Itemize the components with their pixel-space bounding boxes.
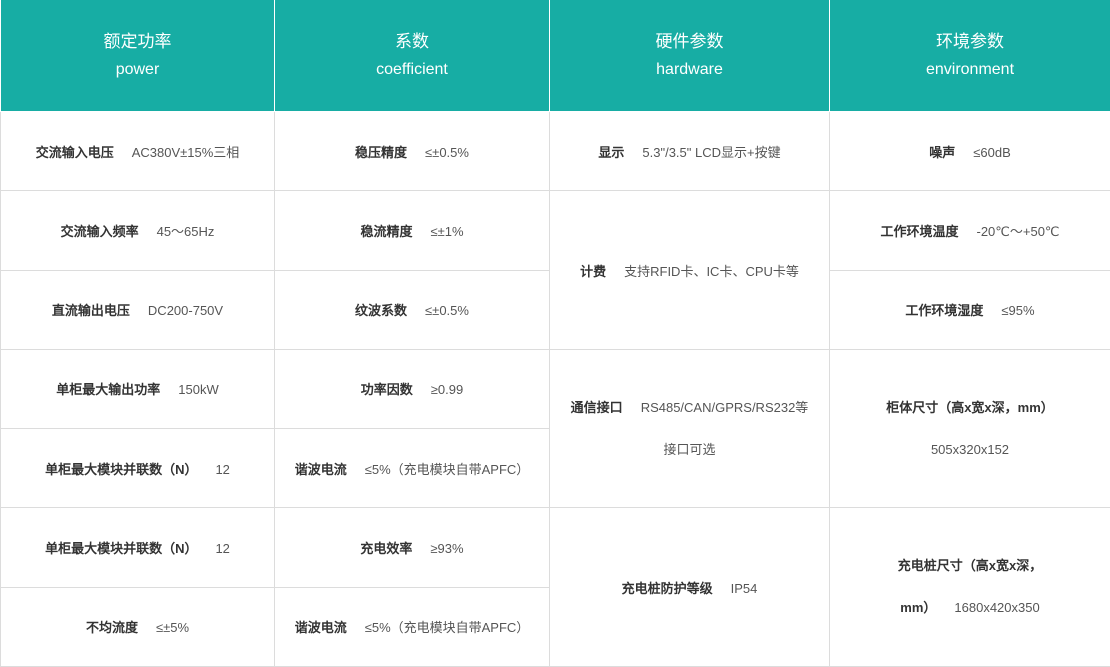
header-en: coefficient [376,60,448,78]
spec-value: AC380V±15%三相 [131,144,240,160]
power-cell: 单柜最大模块并联数（N） 12 [0,507,275,588]
spec-value: 45～65Hz [156,223,215,239]
spec-label: 单柜最大模块并联数（N） [45,461,198,477]
coefficient-cell: 谐波电流 ≤5%（充电模块自带APFC） [274,428,550,509]
spec-value: IP54 [730,580,758,596]
spec-line: 505x320x152 [836,429,1104,471]
environment-cell: 充电桩尺寸（高x宽x深， mm） 1680x420x350 [829,507,1110,667]
spec-line: 通信接口 RS485/CAN/GPRS/RS232等 [556,387,823,429]
hardware-cell: 通信接口 RS485/CAN/GPRS/RS232等 接口可选 [549,348,830,509]
spec-label: 充电效率 [360,541,413,557]
spec-value: ≤±5% [155,620,190,636]
spec-value: ≤95% [1001,303,1035,319]
spec-label: 谐波电流 [294,461,347,477]
environment-cell: 工作环境温度 -20℃～+50℃ [829,190,1110,271]
power-cell: 不均流度 ≤±5% [0,586,275,667]
power-cell: 单柜最大输出功率 150kW [0,348,275,430]
header-cn: 额定功率 [103,31,172,51]
power-cell: 直流输出电压 DC200-750V [0,269,275,350]
header-cn: 环境参数 [936,31,1004,51]
spec-label: 通信接口 [570,399,623,415]
spec-label: 柜体尺寸（高x宽x深，mm） [886,399,1054,415]
coefficient-cell: 纹波系数 ≤±0.5% [274,269,550,350]
hardware-cell: 计费 支持RFID卡、IC卡、CPU卡等 [549,190,830,350]
spec-value: ≤5%（充电模块自带APFC） [364,620,530,636]
spec-label: 直流输出电压 [51,303,130,319]
spec-label: 单柜最大模块并联数（N） [45,541,198,557]
spec-label: 谐波电流 [294,620,347,636]
spec-value: ≥0.99 [430,382,464,398]
spec-value: -20℃～+50℃ [976,223,1060,239]
spec-line: 充电桩尺寸（高x宽x深， [836,545,1104,587]
spec-value: ≤5%（充电模块自带APFC） [364,461,530,477]
spec-value: 5.3"/3.5" LCD显示+按键 [642,144,781,160]
spec-label: 交流输入频率 [60,223,139,239]
environment-cell: 柜体尺寸（高x宽x深，mm） 505x320x152 [829,348,1110,509]
table-row: 交流输入频率 45～65Hz 稳流精度 ≤±1% 计费 支持RFID卡、IC卡、CPU… [0,190,1110,350]
spec-line: 柜体尺寸（高x宽x深，mm） [836,387,1104,429]
spec-label: 充电桩防护等级 [621,580,713,596]
header-en: hardware [656,60,723,78]
spec-label: 功率因数 [360,382,413,398]
spec-value: 150kW [178,382,219,398]
header-cn: 系数 [395,31,429,51]
header-coefficient: 系数 coefficient [274,0,550,112]
spec-label: 稳压精度 [355,144,408,160]
power-cell: 交流输入电压 AC380V±15%三相 [0,110,275,192]
spec-label: 工作环境温度 [880,223,959,239]
power-cell: 交流输入频率 45～65Hz [0,190,275,271]
spec-value: 支持RFID卡、IC卡、CPU卡等 [624,263,799,279]
table-row: 单柜最大输出功率 150kW 功率因数 ≥0.99 通信接口 RS485/CAN/GP… [0,348,1110,509]
header-en: power [115,60,160,78]
header-en: environment [925,60,1015,78]
spec-value: ≤±0.5% [425,303,469,319]
hardware-cell: 显示 5.3"/3.5" LCD显示+按键 [549,110,830,192]
header-row: 额定功率 power 系数 coefficient 硬件参数 hardware … [0,0,1110,112]
spec-line: mm） 1680x420x350 [836,587,1104,629]
spec-value: 1680x420x350 [954,600,1040,616]
coefficient-cell: 稳压精度 ≤±0.5% [274,110,550,192]
hardware-cell: 充电桩防护等级 IP54 [549,507,830,667]
spec-value: ≤±1% [430,223,464,239]
coefficient-cell: 充电效率 ≥93% [274,507,550,588]
coefficient-cell: 功率因数 ≥0.99 [274,348,550,430]
coefficient-cell: 稳流精度 ≤±1% [274,190,550,271]
spec-value: 505x320x152 [930,441,1010,457]
power-cell: 单柜最大模块并联数（N） 12 [0,428,275,509]
spec-label: 噪声 [929,144,956,160]
spec-label: 计费 [580,263,607,279]
spec-label: 工作环境湿度 [905,303,984,319]
spec-value: RS485/CAN/GPRS/RS232等 [640,399,809,415]
spec-label: 充电桩尺寸（高x宽x深， [897,558,1043,574]
header-environment: 环境参数 environment [829,0,1110,112]
spec-label: 显示 [598,144,625,160]
header-power: 额定功率 power [0,0,275,112]
table-row: 交流输入电压 AC380V±15%三相 稳压精度 ≤±0.5% 显示 5.3"/3.5… [0,110,1110,192]
table-row: 单柜最大模块并联数（N） 12 充电效率 ≥93% 充电桩防护等级 IP54 充电桩尺… [0,507,1110,667]
spec-value: ≤±0.5% [425,144,469,160]
spec-label: 单柜最大输出功率 [56,382,161,398]
spec-value: DC200-750V [147,303,224,319]
spec-label: 稳流精度 [360,223,413,239]
spec-table: 额定功率 power 系数 coefficient 硬件参数 hardware … [0,0,1110,667]
spec-value: 12 [215,461,230,477]
spec-value: 12 [215,541,230,557]
spec-label: 交流输入电压 [35,144,114,160]
spec-value: ≤60dB [973,144,1011,160]
environment-cell: 工作环境湿度 ≤95% [829,269,1110,350]
spec-label: 不均流度 [85,620,138,636]
header-hardware: 硬件参数 hardware [549,0,830,112]
spec-value: ≥93% [430,541,464,557]
spec-value: 接口可选 [663,441,716,457]
spec-line: 接口可选 [556,429,823,471]
environment-cell: 噪声 ≤60dB [829,110,1110,192]
coefficient-cell: 谐波电流 ≤5%（充电模块自带APFC） [274,586,550,667]
spec-label: 纹波系数 [355,303,408,319]
spec-label: mm） [900,600,937,616]
header-cn: 硬件参数 [655,31,724,51]
